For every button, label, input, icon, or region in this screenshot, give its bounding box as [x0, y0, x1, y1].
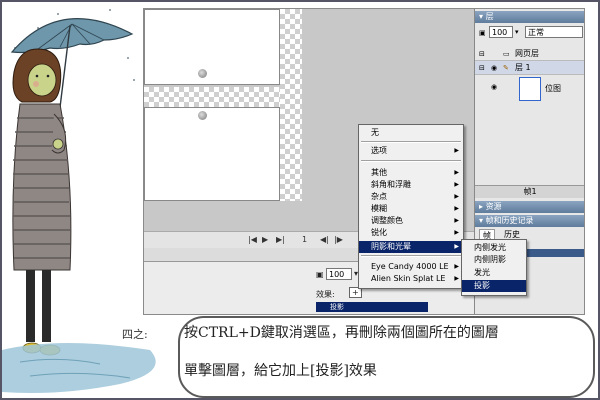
- play-icon[interactable]: ▶: [262, 235, 268, 244]
- next-icon[interactable]: |▶: [334, 235, 343, 244]
- submenu-inner-glow[interactable]: 内侧发光: [462, 242, 526, 254]
- menu-item-noise[interactable]: 杂点 ▶: [359, 191, 463, 203]
- menu-item-label: 选项: [371, 146, 387, 155]
- menu-item-label: 阴影和光晕: [371, 242, 411, 251]
- menu-item-shadow-glow[interactable]: 阴影和光晕 ▶: [359, 241, 463, 253]
- effect-list-item[interactable]: 投影: [316, 302, 428, 312]
- menu-separator: [361, 255, 461, 257]
- bitmap-label: 位图: [545, 84, 561, 93]
- menu-item-label: Alien Skin Splat LE: [371, 274, 446, 283]
- menu-item-options[interactable]: 选项 ▶: [359, 145, 463, 157]
- chevron-right-icon: ▶: [454, 229, 459, 236]
- menu-item-label: 斜角和浮雕: [371, 180, 411, 189]
- last-frame-icon[interactable]: ▶|: [276, 235, 285, 244]
- prev-icon[interactable]: ◀|: [320, 235, 329, 244]
- chevron-right-icon: ▶: [454, 193, 459, 200]
- transparent-region: [144, 87, 280, 107]
- menu-item-label: 其他: [371, 168, 387, 177]
- shadow-glow-submenu: 内侧发光 内侧阴影 发光 投影: [461, 239, 527, 296]
- layers-title: 层: [485, 12, 494, 21]
- frame-tab[interactable]: 帧1: [475, 185, 584, 198]
- bitmap-layer-row[interactable]: ◉ 位图: [475, 75, 584, 101]
- assets-title: 资源: [485, 202, 502, 211]
- effects-label: 效果:: [316, 290, 335, 299]
- chevron-right-icon: ▶: [454, 147, 459, 154]
- frame-number: 1: [302, 235, 308, 244]
- submenu-glow[interactable]: 发光: [462, 267, 526, 279]
- pin-dot-icon: [198, 111, 207, 120]
- menu-item-blur[interactable]: 模糊 ▶: [359, 203, 463, 215]
- menu-item-sharpen[interactable]: 锐化 ▶: [359, 227, 463, 239]
- menu-item-label: 调整颜色: [371, 216, 403, 225]
- menu-item-other[interactable]: 其他 ▶: [359, 167, 463, 179]
- canvas-image-bottom[interactable]: [144, 107, 280, 201]
- layer-name-web: 网页层: [515, 49, 539, 58]
- expand-icon[interactable]: ⊟: [479, 47, 485, 61]
- chevron-right-icon: ▶: [454, 205, 459, 212]
- menu-item-label: 模糊: [371, 204, 387, 213]
- transparent-region-vertical: [280, 9, 302, 201]
- chevron-right-icon: ▶: [454, 217, 459, 224]
- menu-item-label: 锐化: [371, 228, 387, 237]
- caption-line-2: 單擊圖層，給它加上[投影]效果: [184, 363, 377, 379]
- submenu-drop-shadow[interactable]: 投影: [462, 280, 526, 292]
- chevron-right-icon: ▶: [454, 169, 459, 176]
- menu-item-label: Eye Candy 4000 LE: [371, 262, 449, 271]
- chevron-down-icon[interactable]: ▾: [515, 28, 519, 36]
- layer-row-web[interactable]: ⊟ ▭ 网页层: [475, 47, 584, 61]
- menu-item-alien-skin[interactable]: Alien Skin Splat LE ▶: [359, 273, 463, 285]
- menu-separator: [361, 141, 461, 143]
- eye-icon[interactable]: ◉: [491, 61, 497, 75]
- menu-item-eye-candy[interactable]: Eye Candy 4000 LE ▶: [359, 261, 463, 273]
- layer-row-1[interactable]: ⊟ ◉ ✎ 层 1: [475, 61, 584, 75]
- effects-context-menu: 无 选项 ▶ 其他 ▶ 斜角和浮雕 ▶ 杂点 ▶ 模糊 ▶ 调整颜色 ▶ 锐化 ▶ 阴影和光晕…: [358, 124, 464, 289]
- submenu-inner-shadow[interactable]: 内侧阴影: [462, 254, 526, 266]
- pin-dot-icon: [198, 69, 207, 78]
- chevron-right-icon: ▶: [454, 181, 459, 188]
- expand-icon[interactable]: ⊟: [479, 61, 485, 75]
- blend-mode-select[interactable]: 正常: [525, 26, 583, 38]
- chevron-right-icon: ▶: [454, 275, 459, 282]
- history-title: 帧和历史记录: [485, 216, 534, 225]
- menu-separator: [361, 160, 461, 162]
- bitmap-thumbnail: [519, 77, 541, 101]
- caption-line-1: 按CTRL+D鍵取消選區，再刪除兩個圖所在的圖層: [184, 325, 499, 341]
- menu-item-adjust-color[interactable]: 调整颜色 ▶: [359, 215, 463, 227]
- menu-item-none[interactable]: 无: [359, 127, 463, 139]
- step-label: 四之:: [122, 328, 148, 341]
- canvas-image-top[interactable]: [144, 9, 280, 85]
- first-frame-icon[interactable]: |◀: [248, 235, 257, 244]
- opacity-icon: ▣: [316, 270, 324, 279]
- chevron-right-icon: ▶: [454, 243, 459, 250]
- pencil-icon: ✎: [503, 64, 509, 72]
- chevron-right-icon: ▶: [454, 263, 459, 270]
- opacity-icon: ▣: [479, 29, 486, 37]
- layer-name-1: 层 1: [515, 63, 531, 72]
- folder-icon: ▭: [503, 50, 510, 58]
- menu-item-label: 杂点: [371, 192, 387, 201]
- eye-icon[interactable]: ◉: [491, 83, 497, 91]
- history-panel-header[interactable]: ▾ 帧和历史记录: [475, 215, 584, 227]
- assets-panel-header[interactable]: ▸ 资源: [475, 201, 584, 213]
- menu-item-bevel[interactable]: 斜角和浮雕 ▶: [359, 179, 463, 191]
- layers-panel-header[interactable]: ▾ 层: [475, 11, 584, 23]
- opacity-field[interactable]: 100: [326, 268, 352, 280]
- layer-opacity-field[interactable]: 100: [489, 26, 513, 38]
